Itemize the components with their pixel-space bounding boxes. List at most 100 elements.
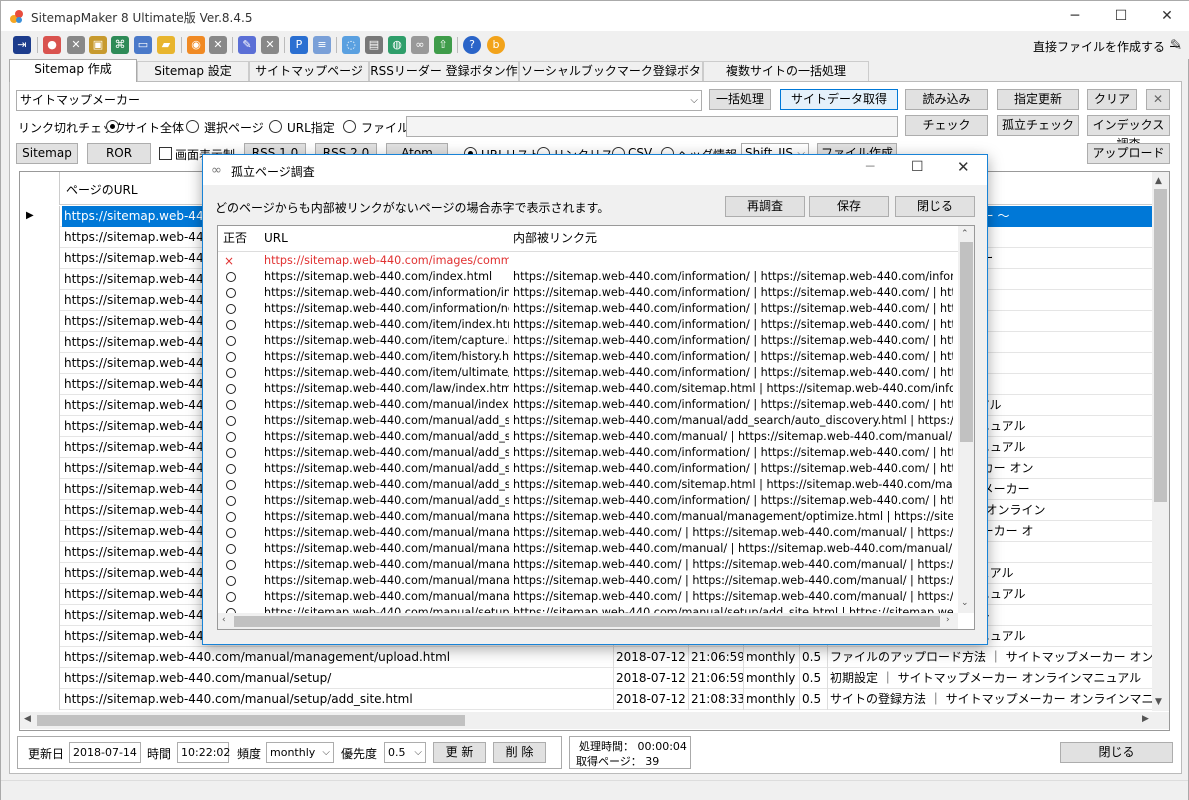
list-item[interactable]: https://sitemap.web-440.com/manual/manag… — [218, 525, 958, 541]
list-item[interactable]: https://sitemap.web-440.com/manual/add_s… — [218, 477, 958, 493]
upload-icon[interactable]: ⇧ — [434, 36, 452, 54]
chat-icon[interactable]: ◌ — [342, 36, 360, 54]
close-window-button[interactable]: ✕ — [1144, 1, 1189, 31]
list-item[interactable]: https://sitemap.web-440.com/item/index.h… — [218, 317, 958, 333]
edit-tools-icon[interactable]: ✕ — [261, 36, 279, 54]
orphan-hscroll[interactable]: ‹ › — [218, 613, 958, 629]
exit-icon[interactable]: ⇥ — [13, 36, 31, 54]
sitemap-button[interactable]: Sitemap — [16, 143, 78, 164]
row-header[interactable] — [20, 689, 60, 710]
row-header[interactable] — [20, 269, 60, 290]
dialog-minimize-button[interactable]: ─ — [866, 159, 874, 175]
tools-icon[interactable]: ✕ — [67, 36, 85, 54]
load-button[interactable]: 読み込み — [905, 89, 988, 110]
table-row[interactable]: https://sitemap.web-440.com/manual/manag… — [20, 647, 1154, 668]
tab-rss-button[interactable]: RSSリーダー 登録ボタン作成 — [369, 61, 519, 97]
index-check-button[interactable]: インデックス調査 — [1087, 115, 1170, 151]
site-select[interactable]: サイトマップメーカー ⌵ — [16, 90, 702, 111]
time-input[interactable]: 10:22:02 — [177, 742, 230, 763]
row-header[interactable] — [20, 668, 60, 689]
maximize-button[interactable]: ☐ — [1098, 1, 1144, 31]
row-header[interactable] — [20, 437, 60, 458]
close-button[interactable]: 閉じる — [1060, 742, 1173, 763]
list-item[interactable]: https://sitemap.web-440.com/manual/add_s… — [218, 413, 958, 429]
radio-file[interactable] — [343, 120, 356, 133]
settings-tools-icon[interactable]: ✕ — [1146, 89, 1170, 110]
tab-social-bookmark[interactable]: ソーシャルブックマーク登録ボタン作成 — [519, 61, 703, 97]
row-header[interactable] — [20, 542, 60, 563]
list-item[interactable]: https://sitemap.web-440.com/item/ultimat… — [218, 365, 958, 381]
row-header[interactable] — [20, 374, 60, 395]
rescan-button[interactable]: 再調査 — [725, 196, 805, 217]
rss-icon[interactable]: ◉ — [187, 36, 205, 54]
row-header[interactable] — [20, 584, 60, 605]
priority-select[interactable]: 0.5 ⌵ — [384, 742, 426, 763]
list-item[interactable]: https://sitemap.web-440.com/manual/manag… — [218, 589, 958, 605]
row-header[interactable] — [20, 332, 60, 353]
specified-update-button[interactable]: 指定更新 — [997, 89, 1079, 110]
minimize-button[interactable]: ─ — [1052, 1, 1098, 31]
dialog-close-button[interactable]: 閉じる — [895, 196, 975, 217]
list-item[interactable]: https://sitemap.web-440.com/manual/manag… — [218, 573, 958, 589]
batch-button[interactable]: 一括処理 — [709, 89, 771, 110]
row-header[interactable] — [20, 311, 60, 332]
row-header[interactable]: ▶ — [20, 206, 60, 227]
update-button[interactable]: 更 新 — [433, 742, 486, 763]
tab-batch-sites[interactable]: 複数サイトの一括処理 — [703, 61, 869, 81]
col-url[interactable]: URL — [264, 226, 288, 252]
row-header[interactable] — [20, 605, 60, 626]
row-header[interactable] — [20, 500, 60, 521]
col-status[interactable]: 正否 — [223, 226, 247, 252]
orphan-vscroll-thumb[interactable] — [960, 242, 973, 442]
ping-icon[interactable]: P — [290, 36, 308, 54]
edit-icon[interactable]: ✎ — [238, 36, 256, 54]
get-site-data-button[interactable]: サイトデータ取得 — [780, 89, 898, 110]
monitor-icon[interactable]: ▭ — [134, 36, 152, 54]
table-row[interactable]: https://sitemap.web-440.com/manual/setup… — [20, 689, 1154, 710]
upload-button[interactable]: アップロード — [1087, 143, 1170, 164]
dialog-maximize-button[interactable]: ☐ — [911, 159, 924, 175]
grid-hscroll-thumb[interactable] — [37, 715, 465, 726]
row-header[interactable] — [20, 647, 60, 668]
printer-icon[interactable]: ▤ — [365, 36, 383, 54]
grid-header-url[interactable]: ページのURL — [66, 180, 138, 200]
list-item[interactable]: https://sitemap.web-440.com/manual/manag… — [218, 557, 958, 573]
grid-vscroll-thumb[interactable] — [1154, 189, 1167, 502]
network-icon[interactable]: ⌘ — [111, 36, 129, 54]
list-item[interactable]: https://sitemap.web-440.com/information/… — [218, 285, 958, 301]
tab-sitemap-settings[interactable]: Sitemap 設定 — [137, 61, 249, 81]
row-header[interactable] — [20, 563, 60, 584]
pencil-icon[interactable]: ✎ — [1167, 36, 1185, 54]
list-item[interactable]: https://sitemap.web-440.com/manual/add_s… — [218, 445, 958, 461]
row-header[interactable] — [20, 521, 60, 542]
radio-whole-site[interactable] — [106, 120, 119, 133]
tab-sitemap-create[interactable]: Sitemap 作成 — [9, 59, 137, 82]
table-row[interactable]: https://sitemap.web-440.com/manual/setup… — [20, 668, 1154, 689]
orphan-vscroll[interactable]: ⌃ ⌄ — [958, 226, 974, 613]
row-header[interactable] — [20, 395, 60, 416]
list-item[interactable]: × https://sitemap.web-440.com/images/comm… — [218, 253, 958, 269]
grid-horizontal-scrollbar[interactable]: ◀ ▶ — [20, 712, 1169, 729]
list-item[interactable]: https://sitemap.web-440.com/manual/index… — [218, 397, 958, 413]
radio-selected-page[interactable] — [186, 120, 199, 133]
info-icon[interactable]: b — [487, 36, 505, 54]
row-header[interactable] — [20, 248, 60, 269]
list-item[interactable]: https://sitemap.web-440.com/manual/add_s… — [218, 461, 958, 477]
list-item[interactable]: https://sitemap.web-440.com/information/… — [218, 301, 958, 317]
row-header[interactable] — [20, 227, 60, 248]
box-icon[interactable]: ▣ — [89, 36, 107, 54]
clear-button[interactable]: クリア — [1087, 89, 1137, 110]
ror-button[interactable]: ROR — [87, 143, 151, 164]
list-item[interactable]: https://sitemap.web-440.com/index.html ht… — [218, 269, 958, 285]
grid-vertical-scrollbar[interactable]: ▲ ▼ — [1152, 172, 1169, 711]
dialog-close-icon[interactable]: ✕ — [957, 158, 970, 176]
folder-icon[interactable]: ▰ — [157, 36, 175, 54]
list-item[interactable]: https://sitemap.web-440.com/manual/manag… — [218, 509, 958, 525]
link-icon[interactable]: ∞ — [411, 36, 429, 54]
col-source[interactable]: 内部被リンク元 — [513, 226, 597, 252]
list-icon[interactable]: ≡ — [313, 36, 331, 54]
direct-file-label[interactable]: 直接ファイルを作成する ー — [1033, 38, 1181, 55]
row-header[interactable] — [20, 416, 60, 437]
row-header[interactable] — [20, 290, 60, 311]
list-item[interactable]: https://sitemap.web-440.com/item/capture… — [218, 333, 958, 349]
